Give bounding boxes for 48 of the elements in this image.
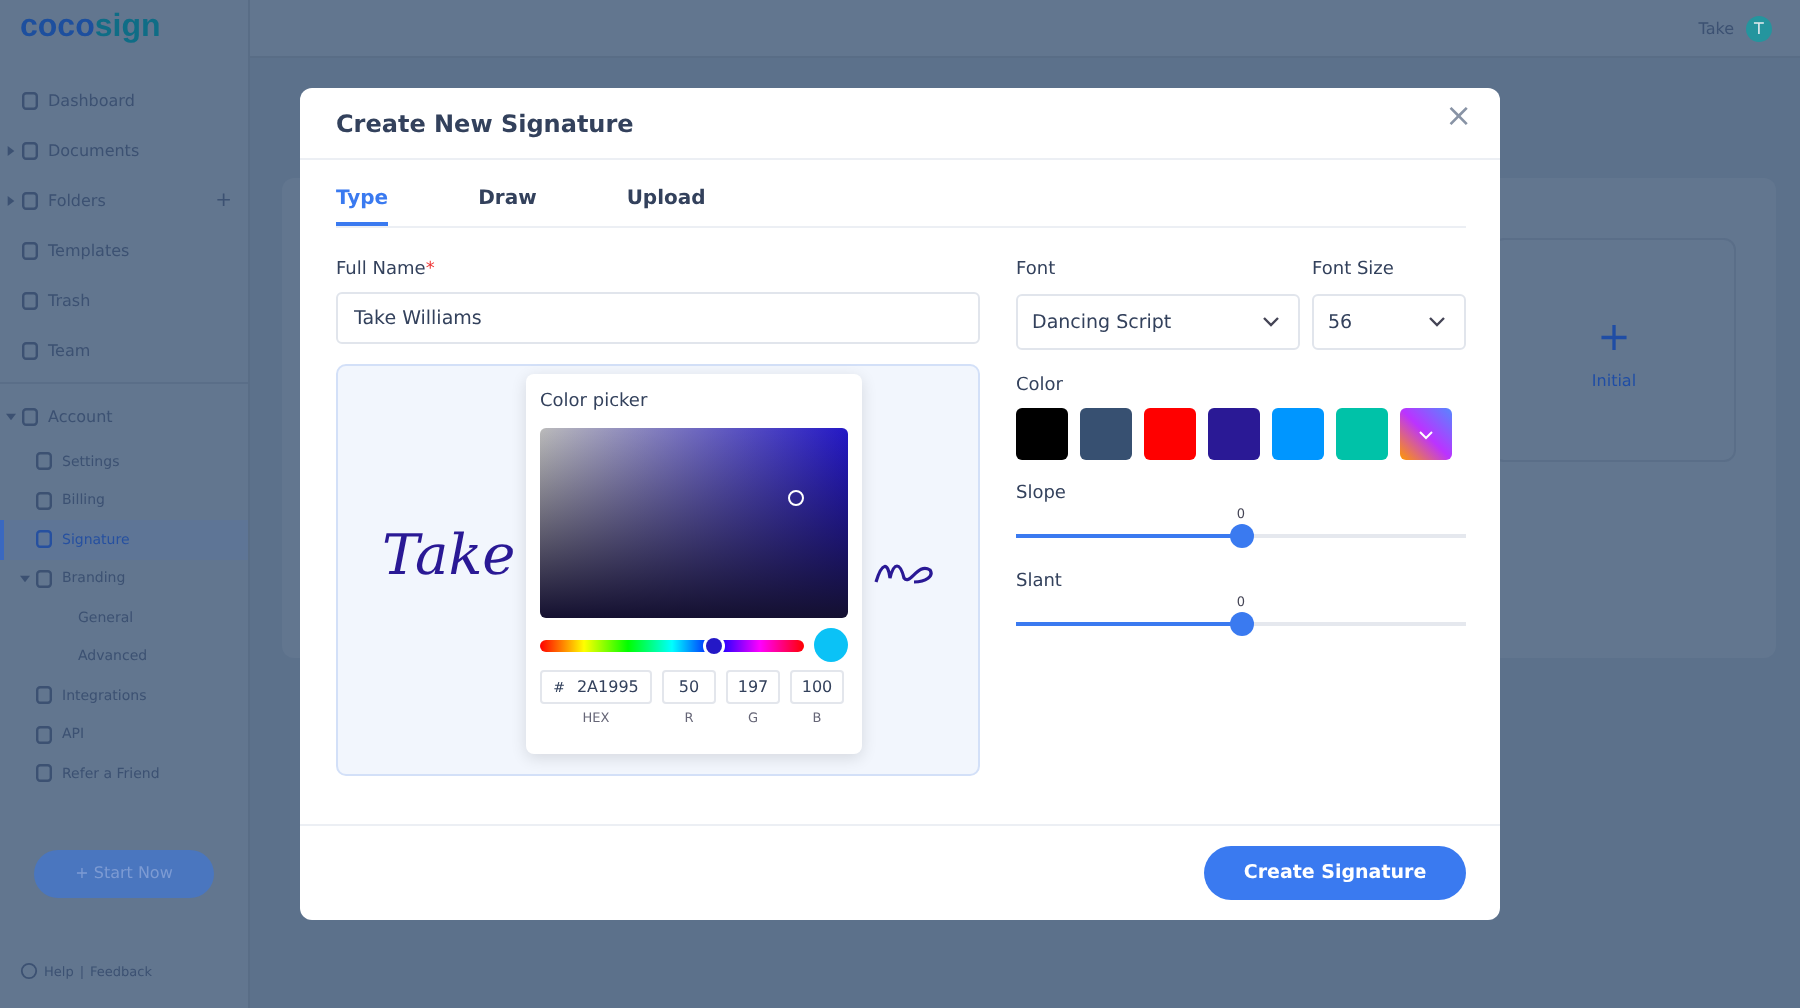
color-swatch[interactable] bbox=[1336, 408, 1388, 460]
create-signature-button[interactable]: Create Signature bbox=[1204, 846, 1466, 900]
slider[interactable] bbox=[1016, 612, 1466, 636]
picker-title: Color picker bbox=[540, 392, 650, 412]
saturation-area[interactable] bbox=[540, 428, 848, 618]
caret-icon[interactable] bbox=[6, 146, 16, 156]
font-size-label: Font Size bbox=[1312, 260, 1396, 280]
font-size-dropdown[interactable]: 56 bbox=[1312, 294, 1466, 350]
caret-icon[interactable] bbox=[6, 412, 16, 422]
close-button[interactable]: × bbox=[1437, 96, 1480, 134]
help-icon bbox=[20, 962, 38, 980]
slider[interactable] bbox=[1016, 524, 1466, 548]
logo: cocosign bbox=[18, 8, 163, 48]
dialog-title: Create New Signature bbox=[336, 109, 634, 137]
tab[interactable]: Draw bbox=[478, 188, 537, 226]
caret-icon[interactable] bbox=[6, 196, 16, 206]
color-swatch[interactable] bbox=[1272, 408, 1324, 460]
hue-slider[interactable] bbox=[540, 639, 804, 651]
tab[interactable]: Type bbox=[336, 188, 389, 226]
caret-icon[interactable] bbox=[20, 573, 30, 584]
chevron-icon bbox=[1428, 316, 1446, 328]
slider-thumb[interactable] bbox=[1229, 524, 1253, 548]
signature-text: Take bbox=[382, 522, 516, 588]
chevron-icon bbox=[1262, 316, 1280, 328]
color-swatch[interactable] bbox=[1208, 408, 1260, 460]
hue-thumb[interactable] bbox=[706, 637, 723, 653]
slider-thumb[interactable] bbox=[1229, 612, 1253, 636]
color-value-field[interactable]: 197 bbox=[726, 670, 780, 704]
initial-label: Initial bbox=[1591, 371, 1637, 389]
color-cursor[interactable] bbox=[787, 490, 804, 507]
add-icon[interactable]: + bbox=[215, 190, 232, 212]
font-label: Font bbox=[1016, 260, 1058, 280]
full-name-label: Full Name* bbox=[336, 260, 437, 280]
slider-label: Slant bbox=[1016, 572, 1062, 592]
plus-icon: + bbox=[1597, 311, 1631, 359]
full-name-field[interactable]: Take Williams bbox=[336, 292, 980, 344]
color-swatch[interactable] bbox=[1080, 408, 1132, 460]
color-swatch[interactable] bbox=[1016, 408, 1068, 460]
custom-color-swatch[interactable] bbox=[1400, 408, 1452, 460]
tab[interactable]: Upload bbox=[626, 188, 706, 226]
avatar[interactable]: T bbox=[1746, 15, 1772, 41]
slider-label: Slope bbox=[1016, 484, 1066, 504]
color-value-field[interactable]: 50 bbox=[662, 670, 716, 704]
color-label: Color bbox=[1016, 376, 1065, 396]
font-dropdown[interactable]: Dancing Script bbox=[1016, 294, 1300, 350]
color-value-field[interactable]: 100 bbox=[790, 670, 844, 704]
color-swatch[interactable] bbox=[1144, 408, 1196, 460]
color-preview bbox=[814, 628, 848, 662]
